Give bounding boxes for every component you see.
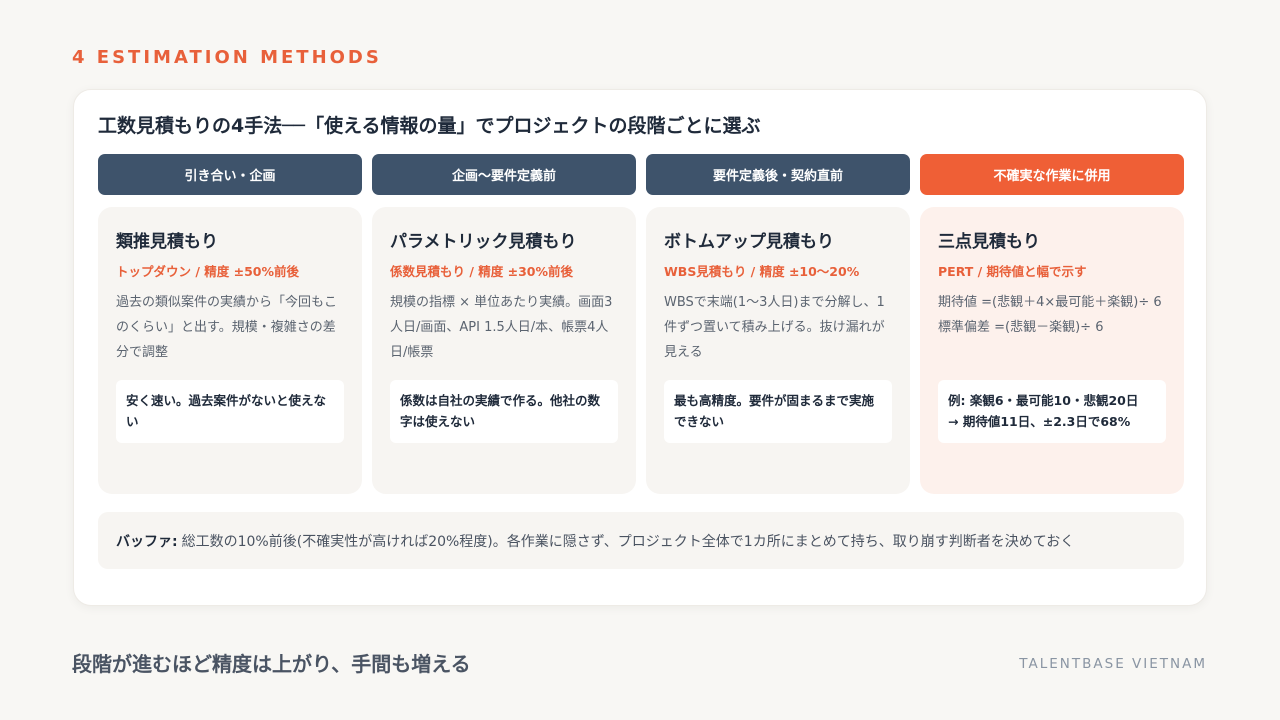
method-name: 三点見積もり — [938, 232, 1040, 252]
methods-card: 工数見積もりの4手法──「使える情報の量」でプロジェクトの段階ごとに選ぶ 引き合… — [73, 89, 1207, 606]
method-column-analogous: 類推見積もり トップダウン / 精度 ±50%前後 過去の類似案件の実績から「今… — [98, 207, 362, 494]
brand-name: TALENTBASE VIETNAM — [1019, 656, 1207, 672]
method-description: 過去の類似案件の実績から「今回もこのくらい」と出す。規模・複雑さの差分で調整 — [116, 295, 338, 360]
method-note: 例: 楽観6・最可能10・悲観20日 → 期待値11日、±2.3日で68% — [938, 380, 1166, 443]
method-subtitle: WBS見積もり / 精度 ±10〜20% — [664, 264, 860, 279]
method-column-bottom-up: ボトムアップ見積もり WBS見積もり / 精度 ±10〜20% WBSで末端(1… — [646, 207, 910, 494]
method-note: 安く速い。過去案件がないと使えない — [116, 380, 344, 443]
method-subtitle: PERT / 期待値と幅で示す — [938, 264, 1087, 279]
stage-header-2: 企画〜要件定義前 — [372, 154, 636, 195]
method-name: パラメトリック見積もり — [390, 232, 577, 252]
formula-expected: 期待値 =(悲観＋4×最可能＋楽観)÷ 6 — [938, 295, 1162, 310]
method-name: ボトムアップ見積もり — [664, 232, 834, 252]
example-line-1: 例: 楽観6・最可能10・悲観20日 — [948, 393, 1139, 408]
method-note: 最も高精度。要件が固まるまで実施できない — [664, 380, 892, 443]
method-column-parametric: パラメトリック見積もり 係数見積もり / 精度 ±30%前後 規模の指標 × 単… — [372, 207, 636, 494]
method-description: 期待値 =(悲観＋4×最可能＋楽観)÷ 6 標準偏差 =(悲観－楽観)÷ 6 — [938, 290, 1166, 378]
card-title: 工数見積もりの4手法──「使える情報の量」でプロジェクトの段階ごとに選ぶ — [98, 115, 761, 137]
example-line-2: → 期待値11日、±2.3日で68% — [948, 414, 1131, 429]
method-subtitle: 係数見積もり / 精度 ±30%前後 — [390, 264, 574, 279]
method-name: 類推見積もり — [116, 232, 218, 252]
eyebrow: 4 ESTIMATION METHODS — [72, 47, 382, 68]
method-description: 規模の指標 × 単位あたり実績。画面3人日/画面、API 1.5人日/本、帳票4… — [390, 295, 613, 360]
method-note: 係数は自社の実績で作る。他社の数字は使えない — [390, 380, 618, 443]
method-column-three-point: 三点見積もり PERT / 期待値と幅で示す 期待値 =(悲観＋4×最可能＋楽観… — [920, 207, 1184, 494]
stage-header-1: 引き合い・企画 — [98, 154, 362, 195]
buffer-label: バッファ: — [116, 533, 178, 550]
buffer-note: バッファ: 総工数の10%前後(不確実性が高ければ20%程度)。各作業に隠さず、… — [98, 512, 1184, 569]
method-subtitle: トップダウン / 精度 ±50%前後 — [116, 264, 300, 279]
method-description: WBSで末端(1〜3人日)まで分解し、1件ずつ置いて積み上げる。抜け漏れが見える — [664, 295, 885, 360]
footer-message: 段階が進むほど精度は上がり、手間も増える — [72, 652, 471, 676]
stage-header-3: 要件定義後・契約直前 — [646, 154, 910, 195]
formula-stddev: 標準偏差 =(悲観－楽観)÷ 6 — [938, 320, 1104, 335]
buffer-text: 総工数の10%前後(不確実性が高ければ20%程度)。各作業に隠さず、プロジェクト… — [181, 533, 1075, 550]
stage-header-4: 不確実な作業に併用 — [920, 154, 1184, 195]
